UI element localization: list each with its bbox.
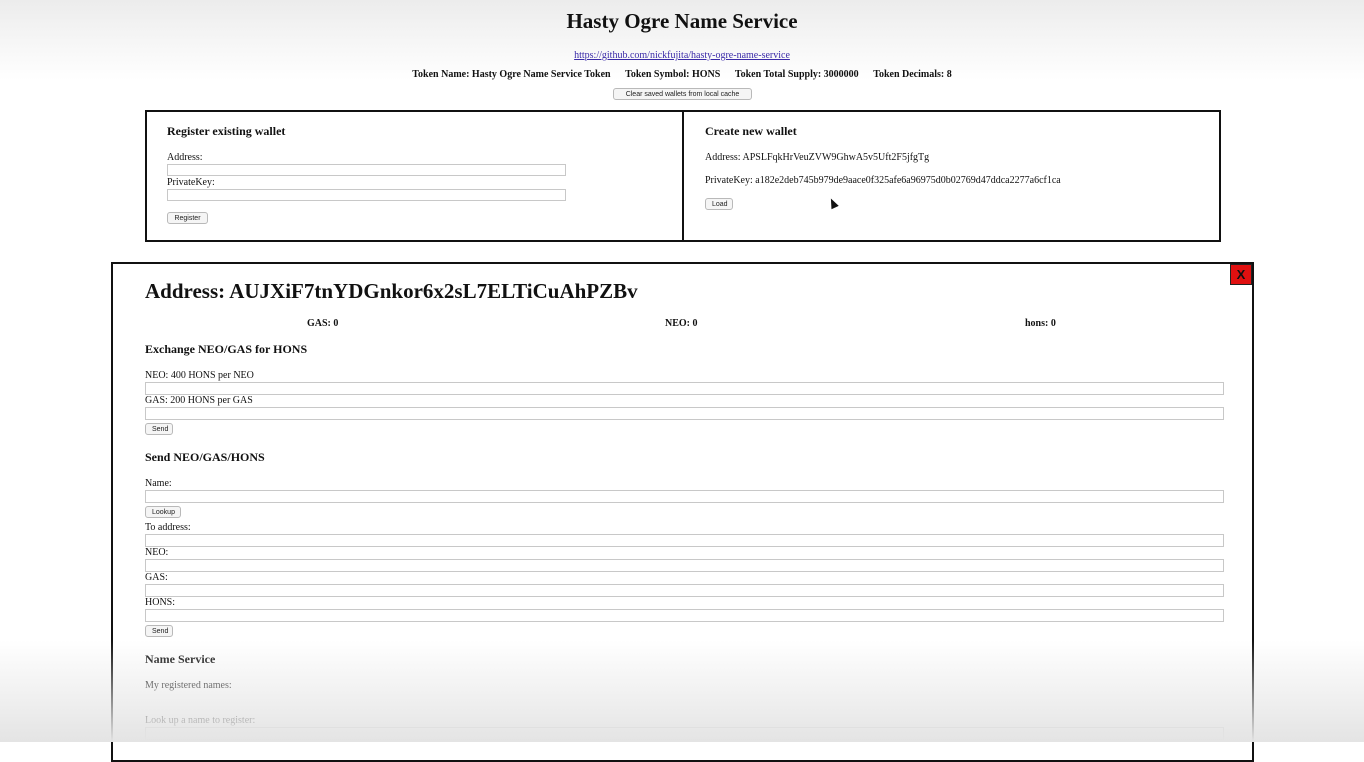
send-gas-label: GAS: [145,572,168,583]
exchange-send-button[interactable]: Send [145,423,173,435]
clear-cache-button[interactable]: Clear saved wallets from local cache [613,88,752,100]
create-wallet-heading: Create new wallet [705,124,797,138]
name-service-heading: Name Service [145,652,216,666]
send-to-address-input[interactable] [145,534,1224,547]
exchange-heading: Exchange NEO/GAS for HONS [145,342,308,356]
register-privatekey-input[interactable] [167,189,566,201]
register-wallet-heading: Register existing wallet [167,124,286,138]
wallet-detail-panel [111,262,1254,762]
send-to-address-label: To address: [145,522,191,533]
exchange-gas-label: GAS: 200 HONS per GAS [145,395,253,406]
send-name-input[interactable] [145,490,1224,503]
gas-balance: GAS: 0 [307,318,339,329]
exchange-neo-input[interactable] [145,382,1224,395]
register-address-input[interactable] [167,164,566,176]
send-heading: Send NEO/GAS/HONS [145,450,265,464]
exchange-gas-input[interactable] [145,407,1224,420]
register-privatekey-label: PrivateKey: [167,177,215,188]
token-supply: Token Total Supply: 3000000 [734,69,859,80]
lookup-button[interactable]: Lookup [145,506,181,518]
lookup-name-label: Look up a name to register: [145,715,256,726]
send-button[interactable]: Send [145,625,173,637]
send-neo-label: NEO: [145,547,169,558]
close-icon[interactable]: X [1230,264,1252,285]
token-info: Token Name: Hasty Ogre Name Service Toke… [0,69,1364,80]
neo-balance: NEO: 0 [665,318,698,329]
send-neo-input[interactable] [145,559,1224,572]
hons-balance: hons: 0 [1025,318,1056,329]
repo-link[interactable]: https://github.com/nickfujita/hasty-ogre… [0,50,1364,61]
token-symbol: Token Symbol: HONS [625,69,721,80]
new-wallet-privatekey: PrivateKey: a182e2deb745b979de9aace0f325… [705,175,1061,186]
my-registered-names-label: My registered names: [145,680,232,691]
send-gas-input[interactable] [145,584,1224,597]
page-title: Hasty Ogre Name Service [566,9,798,33]
lookup-name-input[interactable] [145,727,1224,740]
send-name-label: Name: [145,478,172,489]
send-hons-input[interactable] [145,609,1224,622]
token-decimals: Token Decimals: 8 [873,69,952,80]
send-hons-label: HONS: [145,597,176,608]
register-address-label: Address: [167,152,203,163]
exchange-neo-label: NEO: 400 HONS per NEO [145,370,254,381]
register-button[interactable]: Register [167,212,208,224]
token-name: Token Name: Hasty Ogre Name Service Toke… [412,69,611,80]
new-wallet-address: Address: APSLFqkHrVeuZVW9GhwA5v5Uft2F5jf… [705,152,930,163]
wallet-address-heading: Address: AUJXiF7tnYDGnkor6x2sL7ELTiCuAhP… [145,279,638,303]
load-button[interactable]: Load [705,198,733,210]
